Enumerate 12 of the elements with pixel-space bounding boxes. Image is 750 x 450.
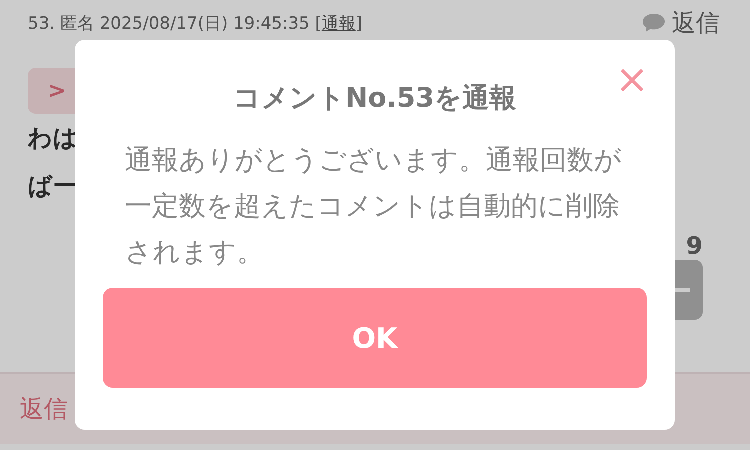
dialog-message: 通報ありがとうございます。通報回数が一定数を超えたコメントは自動的に削除されます。 — [125, 144, 623, 270]
comment-meta: 53. 匿名 2025/08/17(日) 19:45:35 [通報] — [28, 12, 363, 34]
comment-text: ばー — [28, 171, 77, 202]
close-button[interactable]: × — [615, 62, 649, 98]
reply-link[interactable]: 返信 — [20, 393, 68, 425]
dialog-title: コメントNo.53を通報 — [234, 82, 516, 116]
speech-bubble-icon — [642, 13, 666, 33]
report-link[interactable]: 通報 — [322, 14, 356, 34]
reply-button[interactable]: 返信 — [642, 7, 720, 39]
comment-text: わは — [28, 123, 78, 154]
vote-count: 9 — [686, 232, 703, 260]
ok-button[interactable]: OK — [103, 288, 647, 388]
